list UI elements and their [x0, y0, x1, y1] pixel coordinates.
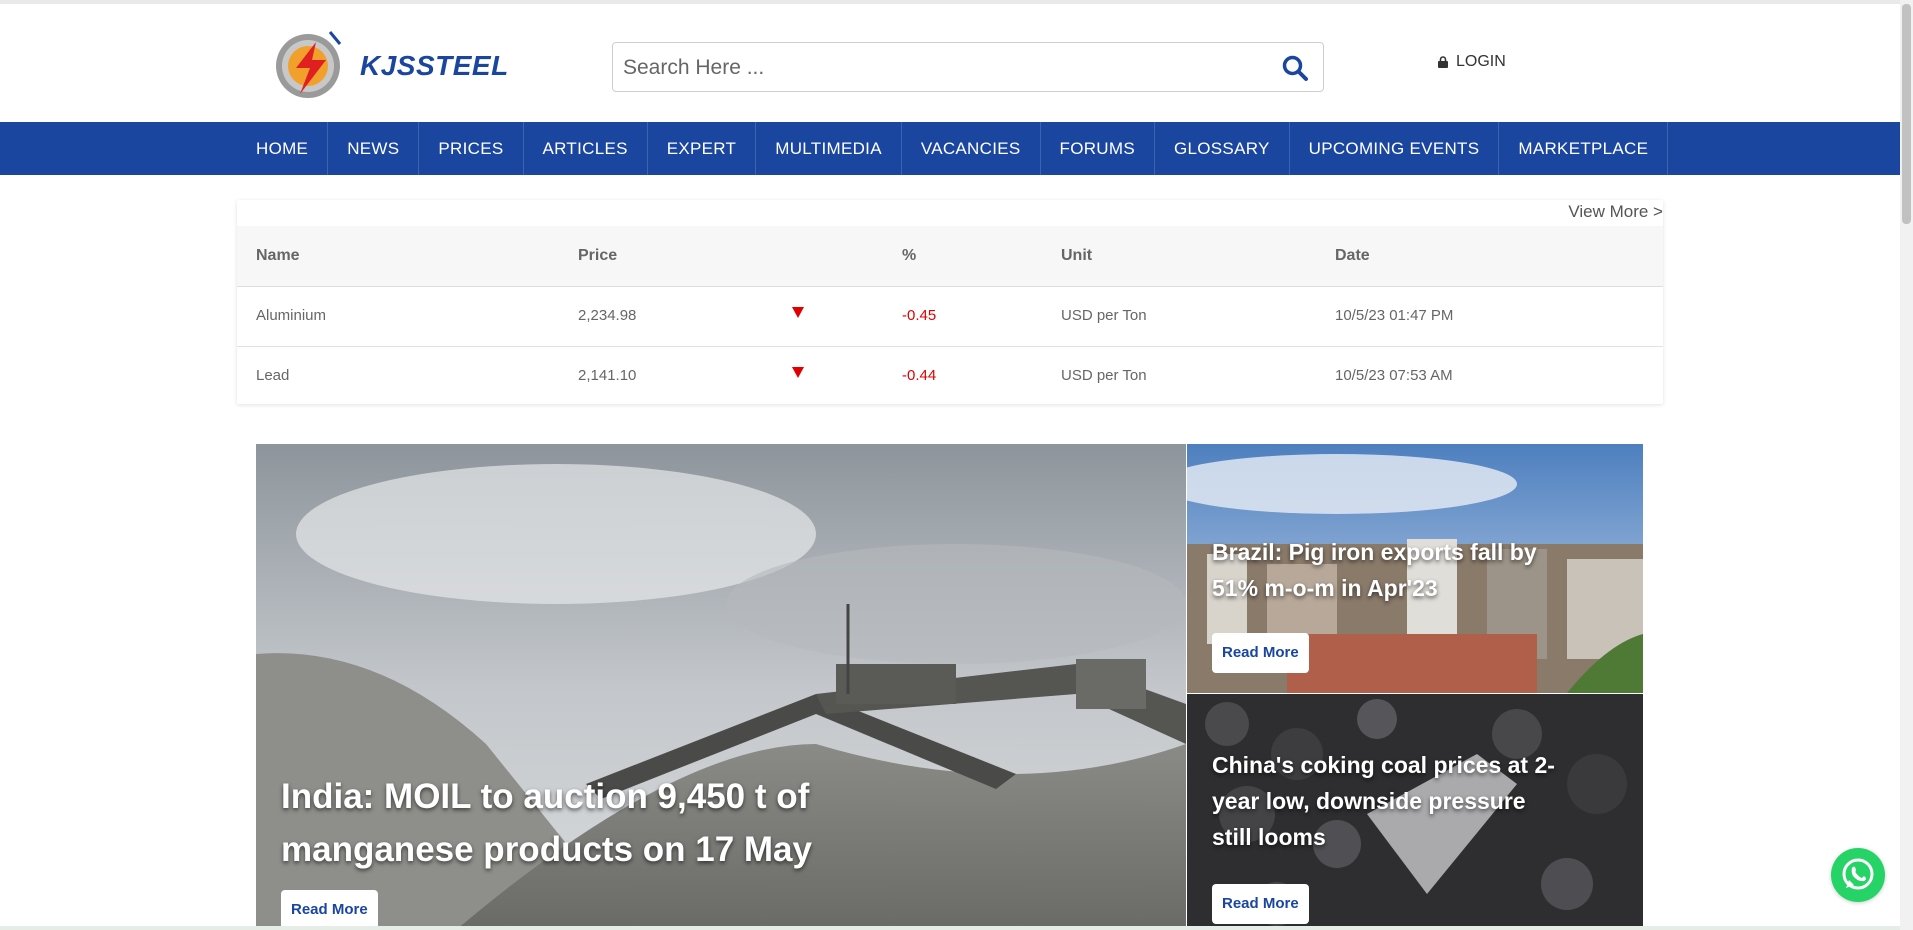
table-row[interactable]: Aluminium 2,234.98 -0.45 USD per Ton 10/…	[237, 287, 1663, 347]
search-button[interactable]	[1281, 54, 1309, 82]
hero-side-story[interactable]: China's coking coal prices at 2-year low…	[1187, 694, 1643, 930]
header-price: Price	[578, 247, 618, 264]
cell-name: Lead	[256, 367, 290, 384]
nav-item-vacancies[interactable]: VACANCIES	[902, 122, 1041, 175]
search-input[interactable]	[621, 51, 1265, 85]
lock-icon	[1438, 56, 1448, 68]
nav-item-home[interactable]: HOME	[236, 122, 329, 175]
header-date: Date	[1335, 247, 1370, 264]
header-name: Name	[256, 247, 300, 264]
prices-table-card: View More > Name Price % Unit Date Alumi…	[237, 200, 1663, 404]
hero-side-title[interactable]: China's coking coal prices at 2-year low…	[1212, 747, 1562, 855]
nav-item-multimedia[interactable]: MULTIMEDIA	[756, 122, 902, 175]
nav-item-upcoming-events[interactable]: UPCOMING EVENTS	[1290, 122, 1500, 175]
nav-item-articles[interactable]: ARTICLES	[524, 122, 648, 175]
cell-price: 2,141.10	[578, 367, 637, 384]
nav-item-marketplace[interactable]: MARKETPLACE	[1499, 122, 1669, 175]
logo-emblem-icon	[276, 31, 342, 98]
nav-item-prices[interactable]: PRICES	[419, 122, 524, 175]
bottom-border	[0, 926, 1900, 930]
whatsapp-button[interactable]	[1831, 848, 1885, 902]
logo-text: KJSSTEEL	[360, 50, 509, 81]
hero-side-read-more[interactable]: Read More	[1212, 633, 1309, 673]
nav-item-news[interactable]: NEWS	[328, 122, 420, 175]
header-unit: Unit	[1061, 247, 1093, 264]
login-label: LOGIN	[1456, 53, 1506, 70]
site-logo[interactable]: KJSSTEEL	[256, 22, 508, 104]
cell-pct: -0.45	[902, 307, 937, 324]
cell-name: Aluminium	[256, 307, 327, 324]
search-icon	[1282, 55, 1308, 81]
nav-item-forums[interactable]: FORUMS	[1041, 122, 1155, 175]
top-border	[0, 0, 1913, 4]
cell-price: 2,234.98	[578, 307, 637, 324]
page-scrollbar[interactable]	[1900, 0, 1913, 930]
hero-main-title[interactable]: India: MOIL to auction 9,450 t of mangan…	[281, 770, 901, 876]
nav-item-expert[interactable]: EXPERT	[648, 122, 757, 175]
hero-side-story[interactable]: Brazil: Pig iron exports fall by 51% m-o…	[1187, 444, 1643, 693]
nav-item-glossary[interactable]: GLOSSARY	[1155, 122, 1290, 175]
login-link[interactable]: LOGIN	[1438, 53, 1506, 71]
view-more-link[interactable]: View More >	[1568, 202, 1663, 222]
search-bar	[612, 42, 1324, 92]
down-arrow-icon	[792, 367, 804, 378]
scrollbar-thumb[interactable]	[1902, 4, 1911, 224]
hero-side-read-more[interactable]: Read More	[1212, 884, 1309, 924]
hero-main-read-more[interactable]: Read More	[281, 890, 378, 930]
table-row[interactable]: Lead 2,141.10 -0.44 USD per Ton 10/5/23 …	[237, 347, 1663, 406]
whatsapp-icon	[1842, 858, 1874, 890]
cell-unit: USD per Ton	[1061, 307, 1147, 324]
cell-unit: USD per Ton	[1061, 367, 1147, 384]
main-nav: HOME NEWS PRICES ARTICLES EXPERT MULTIME…	[0, 122, 1900, 175]
table-header: Name Price % Unit Date	[237, 226, 1663, 287]
cell-pct: -0.44	[902, 367, 937, 384]
cell-date: 10/5/23 01:47 PM	[1335, 307, 1454, 324]
header-pct: %	[902, 247, 917, 264]
hero-main-story[interactable]: India: MOIL to auction 9,450 t of mangan…	[256, 444, 1186, 930]
down-arrow-icon	[792, 307, 804, 318]
hero-side-title[interactable]: Brazil: Pig iron exports fall by 51% m-o…	[1212, 534, 1562, 606]
cell-date: 10/5/23 07:53 AM	[1335, 367, 1453, 384]
